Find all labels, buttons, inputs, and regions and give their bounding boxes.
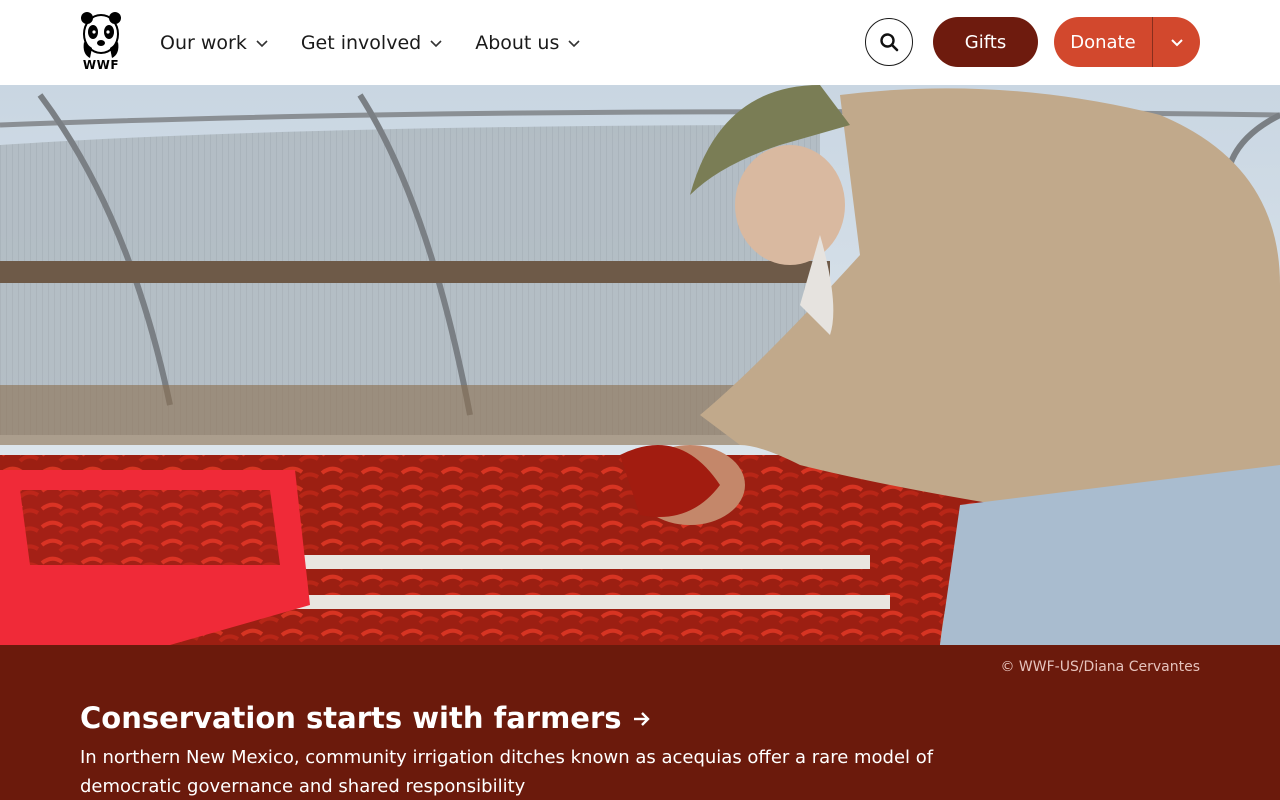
wwf-logo[interactable]: WWF [80,12,122,74]
donate-label: Donate [1070,31,1136,53]
nav-item-about-us[interactable]: About us [475,32,581,54]
arrow-right-icon [632,708,652,728]
photo-credit: © WWF-US/Diana Cervantes [1000,659,1200,675]
feature-banner: © WWF-US/Diana Cervantes Conservation st… [0,645,1280,800]
logo-text: WWF [82,58,120,72]
feature-description: In northern New Mexico, community irriga… [80,747,934,797]
main-nav: Our work Get involved About us [160,0,613,85]
nav-item-our-work[interactable]: Our work [160,32,269,54]
feature-headline-link[interactable]: Conservation starts with farmers [80,701,652,735]
chevron-down-icon [567,36,581,50]
hero-image [0,85,1280,645]
search-button[interactable] [865,18,913,66]
donate-button-group: Donate [1054,17,1200,67]
search-icon [880,33,899,52]
nav-label: Get involved [300,31,422,54]
chevron-down-icon [255,36,269,50]
site-header: WWF Our work Get involved About us Gifts… [0,0,1280,85]
chevron-down-icon [429,36,443,50]
donate-button[interactable]: Donate [1054,17,1152,67]
gifts-button[interactable]: Gifts [933,17,1038,67]
nav-item-get-involved[interactable]: Get involved [301,32,443,54]
nav-label: Our work [160,31,247,54]
gifts-label: Gifts [964,31,1007,53]
donate-options-toggle[interactable] [1153,17,1200,67]
feature-headline: Conservation starts with farmers [80,701,622,735]
nav-label: About us [475,31,560,54]
chevron-down-icon [1170,39,1183,47]
